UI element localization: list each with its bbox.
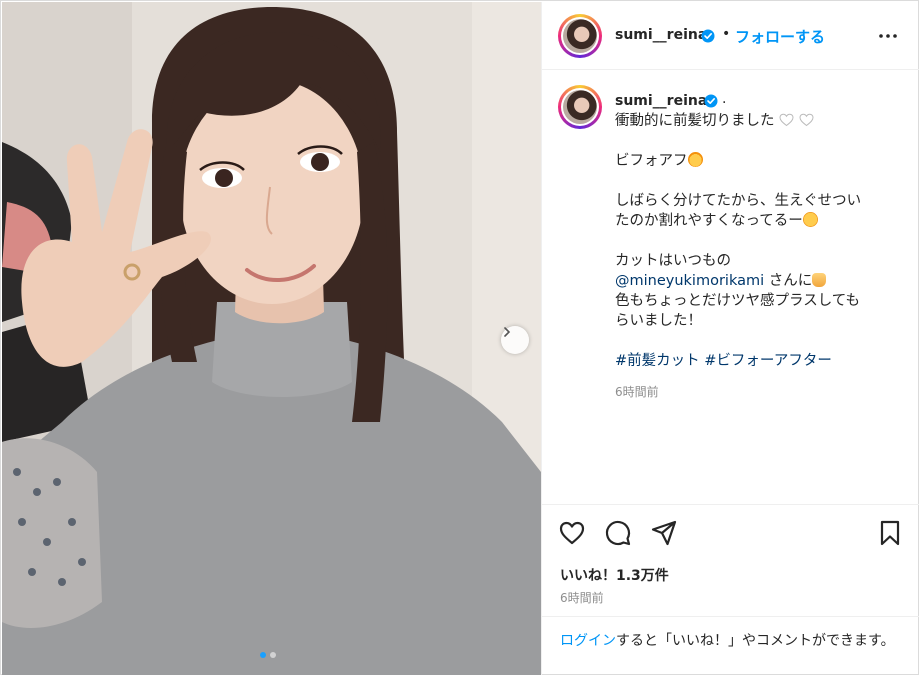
carousel-dot-1[interactable] <box>260 652 266 658</box>
white-heart-emoji-icon <box>779 113 794 127</box>
hashtag-link[interactable]: #前髪カット <box>615 353 700 369</box>
caption-timestamp: 6時間前 <box>615 385 659 399</box>
partying-face-emoji-icon <box>687 152 703 167</box>
folded-hands-emoji-icon <box>812 273 827 287</box>
carousel-next-button[interactable] <box>501 326 529 354</box>
caption-line-text: さんに <box>764 273 813 289</box>
like-count[interactable]: いいね！1.3万件 <box>560 565 669 585</box>
post-photo[interactable] <box>2 2 541 675</box>
carousel-dots <box>260 652 276 658</box>
caption-trailing-dot: . <box>722 91 727 107</box>
login-prompt-text: ログインすると「いいね！」やコメントができます。 <box>560 631 905 651</box>
caption-line: 衝動的に前髪切りました <box>615 111 905 131</box>
header-username[interactable]: sumi__reina <box>615 27 707 43</box>
caption-line: カットはいつもの <box>615 253 731 269</box>
header-separator: • <box>722 26 731 42</box>
share-icon[interactable] <box>650 519 678 547</box>
like-label: いいね！ <box>560 568 616 584</box>
more-options-icon[interactable] <box>876 28 900 44</box>
post-caption: sumi__reina . 衝動的に前髪切りました ビフォアフ しばらく分けてた… <box>542 71 919 504</box>
caption-line: 色もちょっとだけツヤ感プラスしても <box>615 293 861 309</box>
login-prompt-message: すると「いいね！」やコメントができます。 <box>616 633 895 649</box>
post-side-panel: sumi__reina • フォローする sumi__reina . 衝動的に前… <box>541 2 919 675</box>
login-prompt: ログインすると「いいね！」やコメントができます。 <box>542 616 919 675</box>
post-header: sumi__reina • フォローする <box>542 2 919 70</box>
caption-line: @mineyukimorikami さんに <box>615 271 905 291</box>
caption-line: らいました！ <box>615 313 702 329</box>
white-heart-emoji-icon <box>799 113 814 127</box>
bookmark-icon[interactable] <box>876 519 904 547</box>
verified-badge-icon <box>701 29 715 43</box>
comment-icon[interactable] <box>604 519 632 547</box>
like-count-value: 1.3万件 <box>616 568 669 584</box>
mention-link[interactable]: @mineyukimorikami <box>615 273 764 289</box>
hashtag-link[interactable]: #ビフォーアフター <box>704 353 832 369</box>
caption-line: たのか割れやすくなってるー <box>615 211 905 231</box>
caption-line-text: 衝動的に前髪切りました <box>615 113 775 129</box>
heart-icon[interactable] <box>558 519 586 547</box>
caption-text: 衝動的に前髪切りました ビフォアフ しばらく分けてたから、生えぐせつい たのか割… <box>615 111 905 371</box>
caption-line-text: ビフォアフ <box>615 153 688 169</box>
selfie-image <box>2 2 541 675</box>
caption-avatar[interactable] <box>558 85 602 129</box>
carousel-dot-2[interactable] <box>270 652 276 658</box>
caption-line: ビフォアフ <box>615 151 905 171</box>
verified-badge-icon <box>704 94 718 108</box>
action-bar <box>542 504 919 562</box>
login-link[interactable]: ログイン <box>560 633 616 649</box>
follow-button[interactable]: フォローする <box>735 26 825 47</box>
caption-line-text: たのか割れやすくなってるー <box>615 213 803 229</box>
caption-line: #前髪カット #ビフォーアフター <box>615 351 905 371</box>
avatar[interactable] <box>558 14 602 58</box>
caption-line: しばらく分けてたから、生えぐせつい <box>615 193 862 209</box>
chevron-right-icon <box>504 327 511 337</box>
caption-username[interactable]: sumi__reina <box>615 93 707 109</box>
instagram-post-embed: sumi__reina • フォローする sumi__reina . 衝動的に前… <box>0 0 919 675</box>
flushed-face-emoji-icon <box>802 212 818 227</box>
post-timestamp: 6時間前 <box>560 591 604 605</box>
